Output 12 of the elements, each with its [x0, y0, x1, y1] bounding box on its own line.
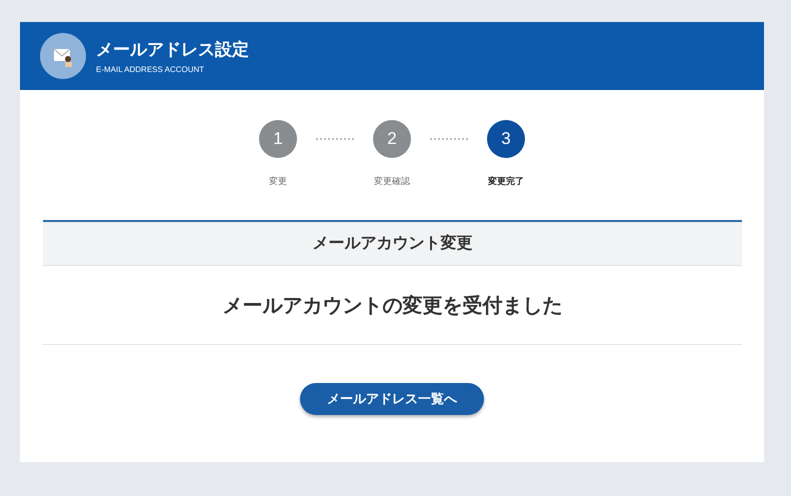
step-number: 1: [259, 120, 297, 158]
header-subtitle: E-MAIL ADDRESS ACCOUNT: [96, 65, 206, 74]
step-label: 変更: [269, 176, 287, 188]
mail-icon: [40, 33, 86, 79]
step-number: 3: [487, 120, 525, 158]
step-number: 2: [373, 120, 411, 158]
address-list-button[interactable]: メールアドレス一覧へ: [300, 383, 484, 415]
step-label: 変更完了: [488, 175, 524, 188]
step-label: 変更確認: [374, 176, 410, 188]
header-title: メールアドレス設定: [96, 39, 249, 61]
confirmation-message: メールアカウントの変更を受付ました: [43, 266, 742, 345]
section-title: メールアカウント変更: [43, 222, 742, 266]
